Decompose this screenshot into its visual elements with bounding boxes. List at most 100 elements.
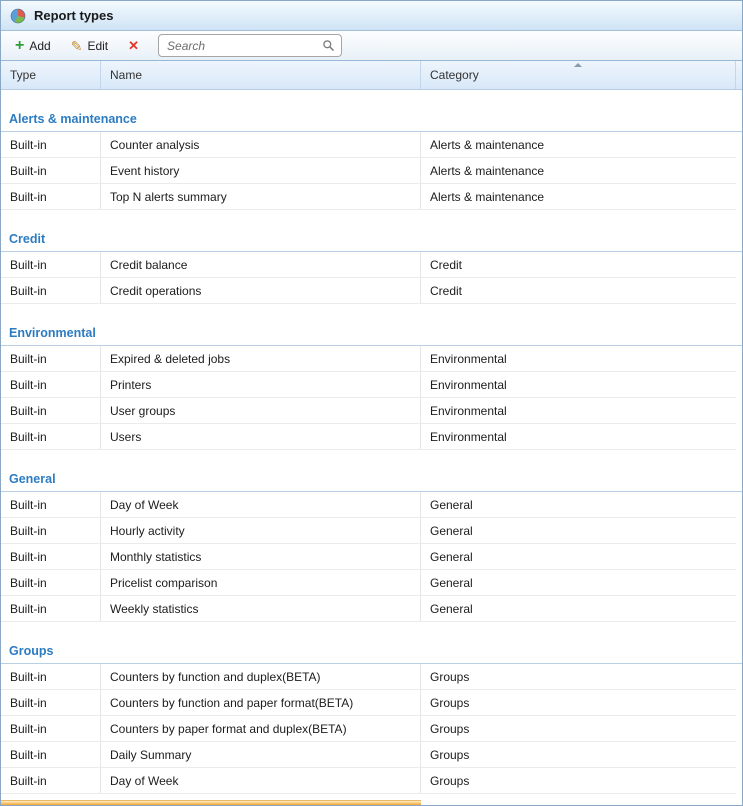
edit-button[interactable]: ✎ Edit bbox=[62, 35, 117, 57]
cell-name: Day of Week bbox=[101, 492, 421, 517]
cell-name: User groups bbox=[101, 398, 421, 423]
group-header[interactable]: Groups bbox=[1, 622, 742, 664]
cell-name: Counter analysis bbox=[101, 132, 421, 157]
group-header[interactable]: Alerts & maintenance bbox=[1, 90, 742, 132]
cell-name: Counters by function and duplex(BETA) bbox=[101, 664, 421, 689]
cell-type: Built-in bbox=[1, 570, 101, 595]
partial-selected-row-highlight[interactable] bbox=[1, 800, 421, 805]
table-row[interactable]: Built-inHourly activityGeneral bbox=[1, 518, 736, 544]
group-header[interactable]: Credit bbox=[1, 210, 742, 252]
cell-type: Built-in bbox=[1, 596, 101, 621]
cell-type: Built-in bbox=[1, 518, 101, 543]
table-row[interactable]: Built-inDaily SummaryGroups bbox=[1, 742, 736, 768]
cell-name: Top N alerts summary bbox=[101, 184, 421, 209]
column-header-name-label: Name bbox=[110, 68, 142, 82]
search-input[interactable] bbox=[165, 38, 322, 54]
table-row[interactable]: Built-inCounters by function and paper f… bbox=[1, 690, 736, 716]
cell-category: Groups bbox=[421, 690, 736, 715]
title-bar: Report types bbox=[1, 1, 742, 31]
cell-category: Groups bbox=[421, 716, 736, 741]
add-button[interactable]: + Add bbox=[6, 35, 60, 57]
cell-category: General bbox=[421, 570, 736, 595]
window-title: Report types bbox=[34, 8, 113, 23]
cell-category: Credit bbox=[421, 252, 736, 277]
table-row[interactable]: Built-inDay of WeekGeneral bbox=[1, 492, 736, 518]
pencil-icon: ✎ bbox=[71, 40, 83, 52]
add-button-label: Add bbox=[29, 39, 50, 53]
table-row[interactable]: Built-inEvent historyAlerts & maintenanc… bbox=[1, 158, 736, 184]
cell-name: Daily Summary bbox=[101, 742, 421, 767]
table-row[interactable]: Built-inCounters by paper format and dup… bbox=[1, 716, 736, 742]
table-row[interactable]: Built-inPrintersEnvironmental bbox=[1, 372, 736, 398]
toolbar: + Add ✎ Edit ✕ bbox=[1, 31, 742, 61]
cell-type: Built-in bbox=[1, 424, 101, 449]
cell-type: Built-in bbox=[1, 544, 101, 569]
cell-category: General bbox=[421, 492, 736, 517]
plus-icon: + bbox=[15, 40, 24, 52]
cell-category: Groups bbox=[421, 664, 736, 689]
cell-category: Groups bbox=[421, 768, 736, 793]
table-row[interactable]: Built-inCounter analysisAlerts & mainten… bbox=[1, 132, 736, 158]
group-header[interactable]: General bbox=[1, 450, 742, 492]
cell-name: Monthly statistics bbox=[101, 544, 421, 569]
cell-category: Environmental bbox=[421, 346, 736, 371]
cell-type: Built-in bbox=[1, 346, 101, 371]
cell-type: Built-in bbox=[1, 158, 101, 183]
cell-type: Built-in bbox=[1, 278, 101, 303]
cell-name: Weekly statistics bbox=[101, 596, 421, 621]
cell-name: Credit balance bbox=[101, 252, 421, 277]
cell-category: Alerts & maintenance bbox=[421, 158, 736, 183]
table-row[interactable]: Built-inTop N alerts summaryAlerts & mai… bbox=[1, 184, 736, 210]
cell-category: Credit bbox=[421, 278, 736, 303]
cell-name: Hourly activity bbox=[101, 518, 421, 543]
cell-name: Day of Week bbox=[101, 768, 421, 793]
column-header-category-label: Category bbox=[430, 68, 479, 82]
cell-type: Built-in bbox=[1, 742, 101, 767]
table-row[interactable]: Built-inExpired & deleted jobsEnvironmen… bbox=[1, 346, 736, 372]
cell-name: Event history bbox=[101, 158, 421, 183]
table-row[interactable]: Built-inWeekly statisticsGeneral bbox=[1, 596, 736, 622]
cell-type: Built-in bbox=[1, 492, 101, 517]
search-box[interactable] bbox=[158, 34, 342, 57]
table-row[interactable]: Built-inMonthly statisticsGeneral bbox=[1, 544, 736, 570]
table-row[interactable]: Built-inCounters by function and duplex(… bbox=[1, 664, 736, 690]
table-row[interactable]: Built-inDay of WeekGroups bbox=[1, 768, 736, 794]
table-row[interactable]: Built-inUser groupsEnvironmental bbox=[1, 398, 736, 424]
cell-category: Groups bbox=[421, 742, 736, 767]
column-header-type[interactable]: Type bbox=[1, 61, 101, 89]
cell-category: Environmental bbox=[421, 398, 736, 423]
cell-type: Built-in bbox=[1, 690, 101, 715]
cell-category: General bbox=[421, 544, 736, 569]
group-header[interactable]: Environmental bbox=[1, 304, 742, 346]
column-header-type-label: Type bbox=[10, 68, 36, 82]
delete-button[interactable]: ✕ bbox=[119, 36, 148, 56]
column-header-category[interactable]: Category bbox=[421, 61, 736, 89]
pie-chart-icon bbox=[10, 8, 26, 24]
table-row[interactable]: Built-inCredit operationsCredit bbox=[1, 278, 736, 304]
cell-type: Built-in bbox=[1, 132, 101, 157]
table-row[interactable]: Built-inCredit balanceCredit bbox=[1, 252, 736, 278]
cell-type: Built-in bbox=[1, 398, 101, 423]
cell-name: Credit operations bbox=[101, 278, 421, 303]
column-header-row: Type Name Category bbox=[1, 61, 742, 90]
cell-name: Pricelist comparison bbox=[101, 570, 421, 595]
search-icon bbox=[322, 39, 335, 52]
cell-name: Counters by function and paper format(BE… bbox=[101, 690, 421, 715]
cell-category: General bbox=[421, 596, 736, 621]
cell-name: Users bbox=[101, 424, 421, 449]
cell-type: Built-in bbox=[1, 716, 101, 741]
cell-category: General bbox=[421, 518, 736, 543]
column-header-name[interactable]: Name bbox=[101, 61, 421, 89]
report-types-table: Alerts & maintenanceBuilt-inCounter anal… bbox=[1, 90, 742, 794]
cell-category: Alerts & maintenance bbox=[421, 132, 736, 157]
cell-type: Built-in bbox=[1, 372, 101, 397]
cell-type: Built-in bbox=[1, 768, 101, 793]
table-row[interactable]: Built-inPricelist comparisonGeneral bbox=[1, 570, 736, 596]
report-types-window: Report types + Add ✎ Edit ✕ Type bbox=[0, 0, 743, 806]
sort-ascending-icon bbox=[574, 63, 582, 67]
cell-type: Built-in bbox=[1, 184, 101, 209]
cell-type: Built-in bbox=[1, 252, 101, 277]
cell-name: Expired & deleted jobs bbox=[101, 346, 421, 371]
cell-category: Environmental bbox=[421, 424, 736, 449]
table-row[interactable]: Built-inUsersEnvironmental bbox=[1, 424, 736, 450]
